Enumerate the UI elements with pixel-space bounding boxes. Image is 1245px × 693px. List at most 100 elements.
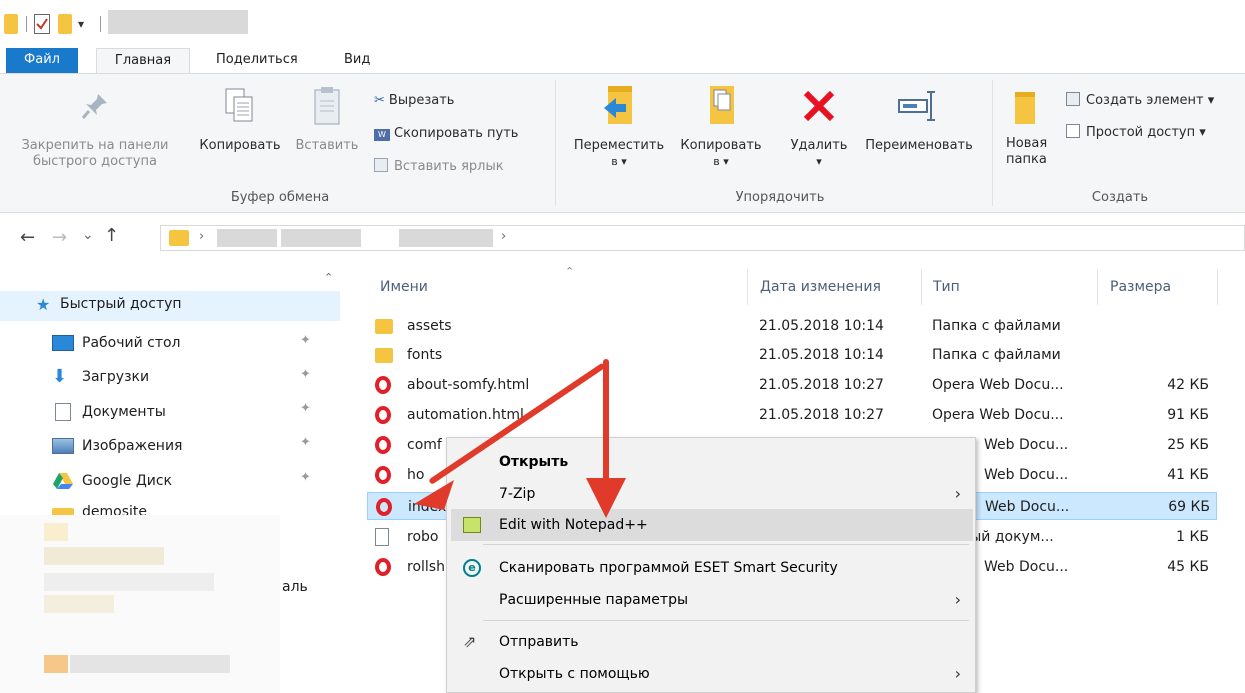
- paste-shortcut-button[interactable]: Вставить ярлык: [374, 158, 504, 176]
- recent-locations-button[interactable]: ⌄: [82, 227, 94, 243]
- menu-item-7zip[interactable]: 7-Zip ›: [451, 478, 973, 510]
- new-folder-label: Новая: [1006, 136, 1048, 151]
- google-drive-icon: [52, 472, 74, 490]
- context-menu: Открыть 7-Zip › Edit with Notepad++ e Ска…: [446, 437, 976, 693]
- delete-dropdown-icon: ▾: [816, 155, 822, 168]
- pinned-icon[interactable]: ✦: [300, 435, 311, 450]
- column-divider[interactable]: [747, 269, 748, 305]
- file-type-cell: Web Docu...: [985, 499, 1070, 515]
- column-header-name[interactable]: Имени: [380, 279, 428, 295]
- copy-button[interactable]: Копировать: [190, 80, 290, 154]
- new-item-button[interactable]: Создать элемент ▾: [1066, 92, 1214, 110]
- blur-block: [70, 655, 230, 673]
- forward-button[interactable]: →: [52, 227, 67, 248]
- column-divider[interactable]: [1097, 269, 1098, 305]
- tab-view[interactable]: Вид: [334, 48, 380, 74]
- breadcrumb-redacted[interactable]: [217, 229, 277, 247]
- table-row[interactable]: fonts 21.05.2018 10:14 Папка с файлами: [367, 341, 1217, 369]
- file-type-cell: Web Docu...: [984, 437, 1069, 453]
- folder-icon[interactable]: [4, 14, 18, 34]
- move-to-button[interactable]: Переместить в ▾: [566, 80, 672, 170]
- column-header-date[interactable]: Дата изменения: [760, 279, 881, 295]
- blur-block: [44, 655, 68, 673]
- qat-dropdown-icon[interactable]: ▾: [78, 14, 92, 34]
- menu-item-eset[interactable]: e Сканировать программой ESET Smart Secu…: [451, 552, 973, 584]
- chevron-right-icon: ›: [954, 484, 961, 503]
- table-row[interactable]: about-somfy.html 21.05.2018 10:27 Opera We…: [367, 371, 1217, 399]
- nav-scroll-up-icon[interactable]: ⌃: [324, 271, 333, 284]
- sidebar-item-downloads[interactable]: ⬇ Загрузки: [52, 365, 149, 389]
- file-size-cell: 41 КБ: [1167, 467, 1209, 483]
- new-folder-icon[interactable]: [58, 14, 72, 34]
- file-name-cell: fonts: [407, 347, 443, 363]
- sidebar-item-desktop[interactable]: Рабочий стол: [52, 331, 181, 355]
- file-type-cell: Opera Web Docu...: [932, 377, 1064, 393]
- menu-item-advanced[interactable]: Расширенные параметры ›: [451, 584, 973, 616]
- delete-button[interactable]: Удалить ▾: [782, 80, 856, 170]
- title-bar: ▾: [0, 0, 1245, 46]
- column-divider[interactable]: [1217, 269, 1218, 305]
- new-item-label: Создать элемент ▾: [1086, 93, 1215, 108]
- menu-item-label: Открыть с помощью: [499, 666, 650, 682]
- desktop-icon: [52, 335, 74, 351]
- navigation-pane: ⌃ ★ Быстрый доступ Рабочий стол ✦ ⬇ Загр…: [0, 263, 340, 693]
- address-bar[interactable]: › ›: [160, 225, 1245, 251]
- opera-icon: [375, 436, 391, 454]
- menu-item-open-with[interactable]: Открыть с помощью ›: [451, 658, 973, 690]
- file-size-cell: 69 КБ: [1168, 499, 1210, 515]
- new-folder-button[interactable]: Новая папка: [998, 88, 1052, 168]
- column-divider[interactable]: [921, 269, 922, 305]
- blur-block: [44, 573, 214, 591]
- menu-item-open[interactable]: Открыть: [451, 446, 973, 478]
- table-row[interactable]: assets 21.05.2018 10:14 Папка с файлами: [367, 312, 1217, 340]
- tab-home[interactable]: Главная: [96, 48, 190, 74]
- annotation-arrowhead-icon: [414, 480, 458, 518]
- pin-quick-access-button[interactable]: Закрепить на панели быстрого доступа: [2, 80, 188, 170]
- sidebar-item-documents[interactable]: Документы: [52, 400, 166, 424]
- easy-access-button[interactable]: Простой доступ ▾: [1066, 124, 1206, 142]
- file-size-cell: 45 КБ: [1167, 559, 1209, 575]
- star-icon: ★: [36, 295, 51, 314]
- pinned-icon[interactable]: ✦: [300, 367, 311, 382]
- file-type-cell: вый докум...: [962, 529, 1054, 545]
- tab-share[interactable]: Поделиться: [206, 48, 308, 74]
- file-type-cell: Папка с файлами: [932, 318, 1061, 334]
- file-size-cell: 42 КБ: [1167, 377, 1209, 393]
- copy-to-button[interactable]: Копировать в ▾: [672, 80, 770, 170]
- quick-access-item[interactable]: ★ Быстрый доступ: [0, 291, 340, 321]
- column-header-type[interactable]: Тип: [933, 279, 960, 295]
- breadcrumb-redacted[interactable]: [281, 229, 361, 247]
- back-button[interactable]: ←: [20, 227, 35, 248]
- pinned-icon[interactable]: ✦: [300, 333, 311, 348]
- tab-file[interactable]: Файл: [6, 48, 78, 74]
- cut-button[interactable]: ✂ Вырезать: [374, 92, 454, 110]
- blurred-region: [0, 515, 280, 693]
- up-button[interactable]: ↑: [104, 225, 119, 246]
- sidebar-item-pictures[interactable]: Изображения: [52, 434, 182, 458]
- ribbon-home: Закрепить на панели быстрого доступа Коп…: [0, 73, 1245, 213]
- table-row[interactable]: automation.html 21.05.2018 10:27 Opera Web…: [367, 401, 1217, 429]
- chevron-right-icon: ›: [954, 664, 961, 683]
- clipboard-group-label: Буфер обмена: [230, 190, 330, 205]
- cut-label: Вырезать: [388, 93, 455, 108]
- pinned-icon[interactable]: ✦: [300, 470, 311, 485]
- menu-item-notepadpp[interactable]: Edit with Notepad++: [451, 509, 973, 541]
- opera-icon: [375, 406, 391, 424]
- menu-item-send[interactable]: ⇗ Отправить: [451, 626, 973, 658]
- pinned-icon[interactable]: ✦: [300, 401, 311, 416]
- file-name-cell: assets: [407, 318, 452, 334]
- paste-shortcut-label: Вставить ярлык: [394, 159, 504, 174]
- easy-access-icon: [1066, 124, 1080, 138]
- paste-button[interactable]: Вставить: [290, 80, 364, 154]
- breadcrumb-redacted[interactable]: [399, 229, 493, 247]
- copy-to-label-2: в ▾: [713, 155, 729, 168]
- copy-path-label: Скопировать путь: [394, 126, 519, 141]
- copy-path-button[interactable]: W Скопировать путь: [374, 125, 518, 143]
- properties-icon[interactable]: [34, 14, 50, 34]
- menu-item-label: Отправить: [499, 634, 579, 650]
- sidebar-item-google-drive[interactable]: Google Диск: [52, 469, 172, 493]
- rename-button[interactable]: Переименовать: [856, 80, 982, 154]
- address-bar-row: ← → ⌄ ↑ › ›: [0, 213, 1245, 263]
- column-header-size[interactable]: Размера: [1110, 279, 1171, 295]
- new-folder-label-2: папка: [1006, 152, 1047, 167]
